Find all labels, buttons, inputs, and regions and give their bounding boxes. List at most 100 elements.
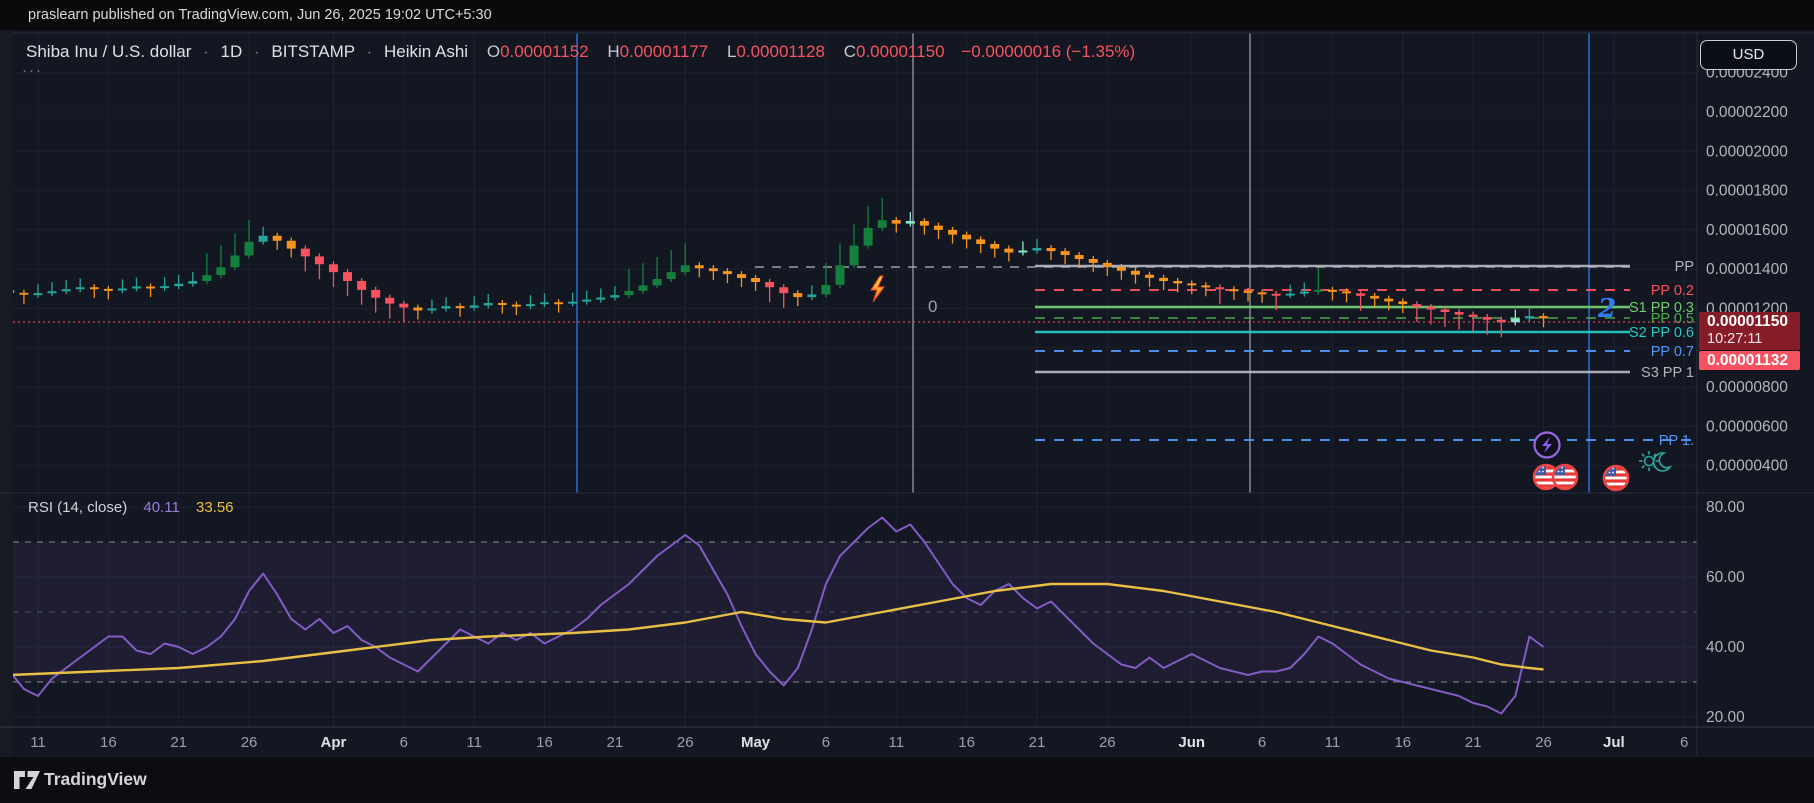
- candle[interactable]: [497, 302, 507, 305]
- candle[interactable]: [835, 265, 845, 285]
- candle[interactable]: [1426, 306, 1436, 310]
- rsi-legend[interactable]: RSI (14, close) 40.11 33.56: [28, 499, 234, 516]
- currency-toggle-button[interactable]: USD: [1700, 40, 1797, 70]
- candle[interactable]: [272, 235, 282, 241]
- candle[interactable]: [821, 284, 831, 295]
- candle[interactable]: [117, 288, 127, 291]
- candle[interactable]: [990, 244, 1000, 249]
- sun-moon-icon[interactable]: [1639, 451, 1673, 472]
- tradingview-brand-text[interactable]: TradingView: [44, 769, 147, 790]
- candle[interactable]: [1482, 316, 1492, 320]
- candle[interactable]: [399, 303, 409, 308]
- candle[interactable]: [1327, 289, 1337, 292]
- candle[interactable]: [244, 241, 254, 256]
- candle[interactable]: [525, 304, 535, 307]
- candle[interactable]: [174, 283, 184, 287]
- candle[interactable]: [1088, 258, 1098, 263]
- candle[interactable]: [216, 267, 226, 276]
- candle[interactable]: [314, 256, 324, 265]
- candle[interactable]: [1159, 277, 1169, 281]
- candle[interactable]: [1074, 255, 1084, 259]
- candle[interactable]: [1313, 289, 1323, 292]
- candle[interactable]: [286, 240, 296, 249]
- us-flag-icon[interactable]: [1602, 464, 1630, 492]
- candle[interactable]: [385, 297, 395, 304]
- rsi-legend-title[interactable]: RSI (14, close): [28, 499, 127, 516]
- candle[interactable]: [258, 235, 268, 242]
- candle[interactable]: [202, 275, 212, 281]
- candle[interactable]: [1440, 309, 1450, 313]
- candle[interactable]: [1398, 301, 1408, 305]
- candle[interactable]: [1454, 312, 1464, 315]
- candle[interactable]: [596, 297, 606, 300]
- candle[interactable]: [751, 278, 761, 282]
- candle[interactable]: [483, 302, 493, 306]
- candle[interactable]: [891, 220, 901, 224]
- candle[interactable]: [1229, 289, 1239, 292]
- text-annotation-two[interactable]: 2: [1598, 294, 1616, 324]
- candle[interactable]: [1524, 316, 1534, 319]
- candle[interactable]: [554, 302, 564, 305]
- candle[interactable]: [694, 265, 704, 269]
- candle[interactable]: [1187, 283, 1197, 286]
- candle[interactable]: [1046, 247, 1056, 252]
- candle[interactable]: [1468, 314, 1478, 317]
- candle[interactable]: [1271, 293, 1281, 296]
- tradingview-logo-icon[interactable]: [13, 768, 41, 792]
- candle[interactable]: [1018, 250, 1028, 253]
- candle[interactable]: [427, 308, 437, 311]
- interval-label[interactable]: 1D: [221, 42, 243, 61]
- candle[interactable]: [1032, 247, 1042, 251]
- candle[interactable]: [877, 220, 887, 228]
- candle[interactable]: [919, 221, 929, 226]
- candle[interactable]: [680, 265, 690, 273]
- candle[interactable]: [1243, 290, 1253, 293]
- candle[interactable]: [568, 301, 578, 304]
- lightning-marker-icon[interactable]: [870, 275, 885, 303]
- candle[interactable]: [1201, 285, 1211, 288]
- candle[interactable]: [849, 245, 859, 266]
- candle[interactable]: [863, 227, 873, 246]
- candle[interactable]: [1342, 291, 1352, 294]
- candle[interactable]: [1257, 292, 1267, 295]
- candle[interactable]: [1285, 293, 1295, 296]
- candle[interactable]: [1356, 293, 1366, 296]
- candle[interactable]: [976, 239, 986, 245]
- candle[interactable]: [1130, 270, 1140, 275]
- candle[interactable]: [455, 306, 465, 309]
- candle[interactable]: [807, 294, 817, 298]
- candle[interactable]: [624, 290, 634, 296]
- candle[interactable]: [1510, 318, 1520, 323]
- candle[interactable]: [19, 292, 29, 295]
- candle[interactable]: [160, 286, 170, 289]
- chart-canvas[interactable]: PPPP 0.2S1 PP 0.3PP 0.5S2 PP 0.6PP 0.7S3…: [0, 0, 1814, 803]
- candle[interactable]: [33, 293, 43, 296]
- candle[interactable]: [61, 289, 71, 292]
- candle[interactable]: [469, 305, 479, 308]
- candle[interactable]: [1496, 319, 1506, 323]
- candle[interactable]: [652, 279, 662, 286]
- candle[interactable]: [666, 272, 676, 280]
- time-axis[interactable]: 11 16 21 26 Apr 6 11 16 21 26 May 6 11 16 21 26 Jun 6 11 16…: [30, 734, 1688, 751]
- candle[interactable]: [1538, 316, 1548, 319]
- candle[interactable]: [146, 286, 156, 289]
- candle[interactable]: [722, 271, 732, 275]
- candle[interactable]: [131, 286, 141, 289]
- candle[interactable]: [441, 306, 451, 309]
- candle[interactable]: [1116, 266, 1126, 271]
- candle[interactable]: [779, 287, 789, 294]
- candle[interactable]: [1145, 274, 1155, 278]
- text-annotation-zero[interactable]: 0: [928, 297, 937, 317]
- candle[interactable]: [933, 225, 943, 230]
- candle[interactable]: [511, 304, 521, 307]
- candle[interactable]: [962, 234, 972, 240]
- candle[interactable]: [765, 281, 775, 288]
- candle[interactable]: [1102, 262, 1112, 267]
- candle[interactable]: [188, 280, 198, 284]
- price-scale-axis[interactable]: 0.000024000.000022000.000020000.00001800…: [1706, 65, 1788, 726]
- candle[interactable]: [540, 302, 550, 305]
- candle[interactable]: [300, 248, 310, 257]
- candle[interactable]: [1060, 251, 1070, 256]
- us-flag-icon[interactable]: [1551, 463, 1579, 491]
- candle[interactable]: [47, 291, 57, 294]
